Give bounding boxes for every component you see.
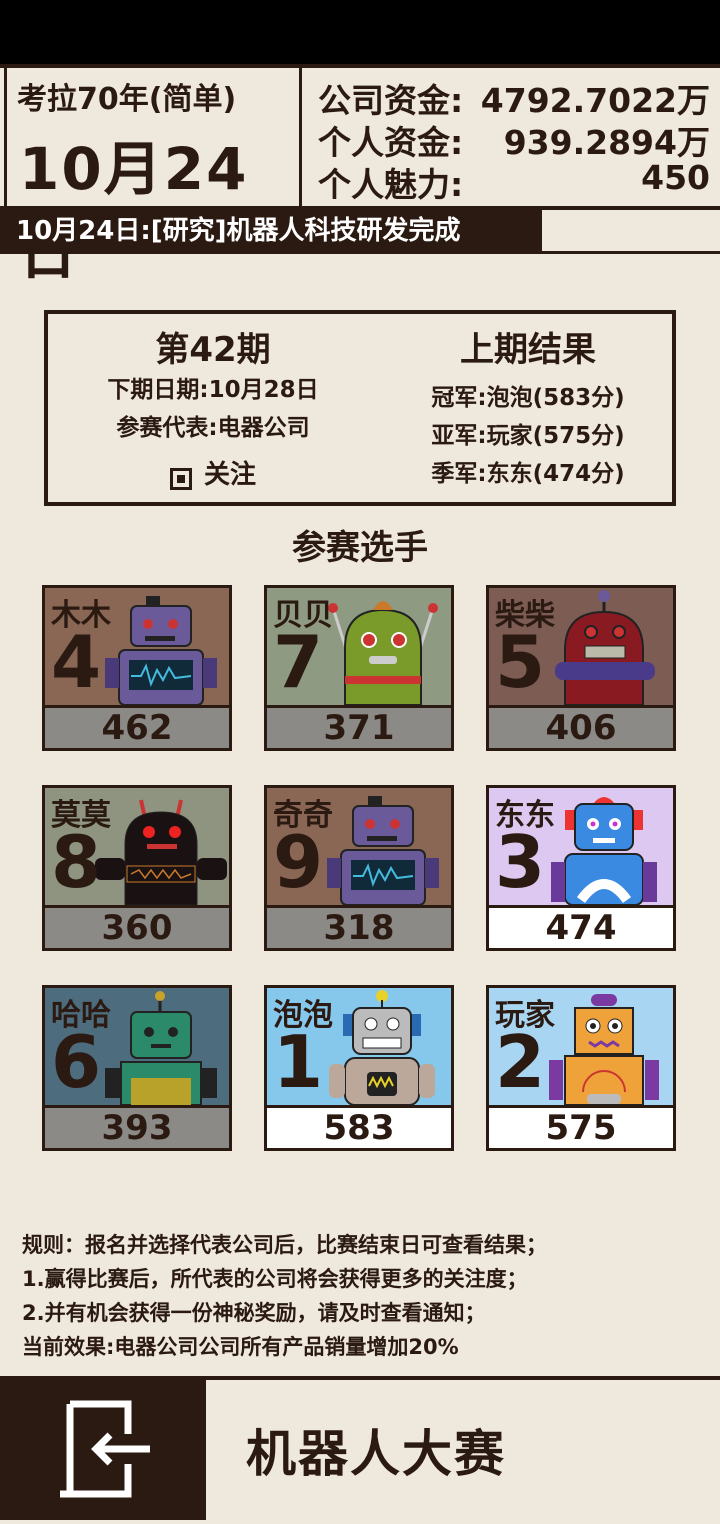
runner-up-result: 亚军:玩家(575分) [431,423,625,449]
robot-icon [535,988,673,1106]
champion-result: 冠军:泡泡(583分) [431,385,625,411]
player-number: 2 [495,1020,546,1104]
company-funds: 公司资金: 4792.7022万 [318,74,710,120]
player-score: 360 [45,905,229,948]
player-card[interactable]: 泡泡 1 583 [264,985,454,1151]
header-panel: 考拉70年(简单) 10月24 日 公司资金: 4792.7022万 个人资金:… [0,64,720,287]
company-funds-label: 公司资金: [318,81,464,120]
robot-icon [535,788,673,906]
robot-icon [91,988,229,1106]
contest-info-box: 第42期 下期日期:10月28日 参赛代表:电器公司 关注 上期结果 冠军:泡泡… [44,310,676,506]
player-card[interactable]: 柴柴 5 406 [486,585,676,751]
status-bar [0,0,720,64]
player-card[interactable]: 奇奇 9 318 [264,785,454,951]
rules-text: 规则：报名并选择代表公司后，比赛结束日可查看结果； 1.赢得比赛后，所代表的公司… [22,1228,547,1364]
player-number: 5 [495,620,546,704]
player-number: 9 [273,820,324,904]
player-card[interactable]: 哈哈 6 393 [42,985,232,1151]
player-number: 7 [273,620,324,704]
robot-icon [313,988,451,1106]
stats-panel: 公司资金: 4792.7022万 个人资金: 939.2894万 个人魅力: 4… [318,74,710,204]
rule-line: 当前效果:电器公司公司所有产品销量增加20% [22,1335,459,1359]
personal-charm: 个人魅力: 450 [318,158,710,204]
news-ticker: 10月24日:[研究]机器人科技研发完成 [0,210,720,254]
player-card[interactable]: 东东 3 474 [486,785,676,951]
player-card[interactable]: 玩家 2 575 [486,985,676,1151]
robot-icon [313,788,451,906]
current-date: 10月24 日 [19,135,249,287]
player-score: 474 [489,905,673,948]
player-score: 583 [267,1105,451,1148]
player-number: 4 [51,620,102,704]
player-number: 1 [273,1020,324,1104]
period-title: 第42期 [155,330,271,370]
rule-line: 规则：报名并选择代表公司后，比赛结束日可查看结果； [22,1233,547,1257]
page-title: 机器人大赛 [246,1425,506,1483]
robot-icon [91,588,229,706]
player-score: 462 [45,705,229,748]
checkbox-icon[interactable] [169,467,192,490]
player-score: 318 [267,905,451,948]
player-card[interactable]: 木木 4 462 [42,585,232,751]
rule-line: 2.并有机会获得一份神秘奖励，请及时查看通知； [22,1301,486,1325]
third-place-result: 季军:东东(474分) [431,461,625,487]
personal-funds-label: 个人资金: [318,123,464,162]
personal-funds-value: 939.2894万 [503,123,710,162]
players-section-title: 参赛选手 [292,528,428,568]
last-results-title: 上期结果 [460,330,596,370]
company-funds-value: 4792.7022万 [480,81,710,120]
next-date: 下期日期:10月28日 [107,377,319,403]
player-number: 6 [51,1020,102,1104]
exit-door-icon [60,1400,150,1498]
news-text: 10月24日:[研究]机器人科技研发完成 [0,210,542,252]
footer-bar: 机器人大赛 [0,1376,720,1520]
player-number: 3 [495,820,546,904]
player-card[interactable]: 贝贝 7 371 [264,585,454,751]
player-card[interactable]: 莫莫 8 360 [42,785,232,951]
player-score: 371 [267,705,451,748]
follow-label: 关注 [203,460,256,490]
year-label: 考拉70年(简单) [17,82,237,117]
rule-line: 1.赢得比赛后，所代表的公司将会获得更多的关注度； [22,1267,528,1291]
robot-icon [91,788,229,906]
personal-funds: 个人资金: 939.2894万 [318,116,710,162]
representative: 参赛代表:电器公司 [116,415,310,441]
date-panel: 考拉70年(简单) 10月24 日 [4,68,302,287]
follow-toggle[interactable]: 关注 [48,454,378,491]
player-number: 8 [51,820,102,904]
personal-charm-label: 个人魅力: [318,165,464,204]
player-score: 393 [45,1105,229,1148]
personal-charm-value: 450 [641,158,710,197]
robot-icon [535,588,673,706]
robot-icon [313,588,451,706]
exit-button[interactable] [0,1380,206,1520]
player-score: 575 [489,1105,673,1148]
player-score: 406 [489,705,673,748]
